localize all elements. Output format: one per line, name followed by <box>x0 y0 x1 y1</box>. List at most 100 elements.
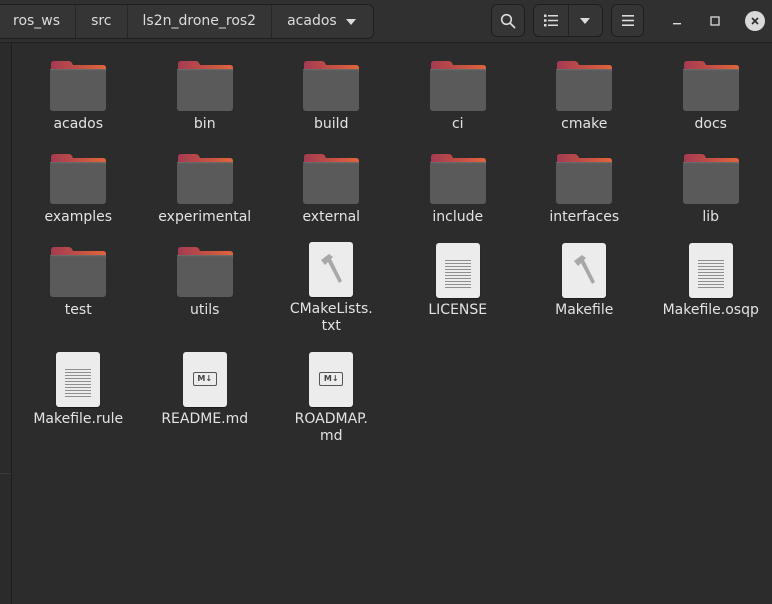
chevron-down-icon[interactable] <box>337 5 365 38</box>
file-item-cmakelists-txt[interactable]: CMakeLists. txt <box>268 234 395 334</box>
file-icon-wrap <box>554 149 614 205</box>
folder-icon <box>556 154 613 204</box>
breadcrumb-item-ls2n-drone-ros2[interactable]: ls2n_drone_ros2 <box>128 5 273 38</box>
close-icon <box>745 11 765 31</box>
hammer-icon <box>562 243 607 298</box>
folder-icon <box>50 61 107 111</box>
file-item-utils[interactable]: utils <box>142 234 269 327</box>
file-icon-wrap <box>681 242 741 298</box>
file-item-lib[interactable]: lib <box>648 141 772 234</box>
file-icon-wrap <box>48 242 108 298</box>
file-icon-wrap <box>301 149 361 205</box>
main-menu-button[interactable] <box>611 4 644 37</box>
file-item-docs[interactable]: docs <box>648 48 772 141</box>
file-icon-wrap <box>681 56 741 112</box>
file-item-experimental[interactable]: experimental <box>142 141 269 234</box>
file-icon-wrap <box>681 149 741 205</box>
file-item-acados[interactable]: acados <box>15 48 142 141</box>
file-label: ci <box>451 116 464 132</box>
file-item-ci[interactable]: ci <box>395 48 522 141</box>
sidebar-edge[interactable] <box>0 43 12 604</box>
file-label: ROADMAP. md <box>294 411 368 444</box>
list-view-icon <box>543 14 558 27</box>
file-item-examples[interactable]: examples <box>15 141 142 234</box>
file-item-interfaces[interactable]: interfaces <box>521 141 648 234</box>
file-icon-wrap <box>428 242 488 298</box>
text-file-icon <box>56 352 101 407</box>
breadcrumb-item-src[interactable]: src <box>76 5 128 38</box>
folder-icon <box>176 154 233 204</box>
file-label: external <box>302 209 361 225</box>
file-icon-wrap <box>428 56 488 112</box>
close-button[interactable] <box>743 9 767 33</box>
file-item-test[interactable]: test <box>15 234 142 327</box>
list-view-button[interactable] <box>534 5 569 36</box>
file-item-makefile[interactable]: Makefile <box>521 234 648 327</box>
file-item-cmake[interactable]: cmake <box>521 48 648 141</box>
search-icon <box>500 13 516 28</box>
file-label: test <box>64 302 92 318</box>
search-button[interactable] <box>491 4 525 37</box>
breadcrumb-item-acados[interactable]: acados <box>272 5 373 38</box>
file-icon-wrap: M↓ <box>175 352 235 407</box>
markdown-file-icon: M↓ <box>309 352 354 407</box>
file-item-bin[interactable]: bin <box>142 48 269 141</box>
file-label: examples <box>44 209 113 225</box>
file-label: Makefile.rule <box>33 411 124 427</box>
folder-icon <box>556 61 613 111</box>
header-bar: ros_ws src ls2n_drone_ros2 acados <box>0 0 772 43</box>
file-icon-wrap <box>48 149 108 205</box>
folder-icon <box>176 61 233 111</box>
breadcrumb-item-ros-ws[interactable]: ros_ws <box>0 5 77 38</box>
file-icon-wrap <box>301 242 361 297</box>
file-icon-wrap <box>48 56 108 112</box>
file-label: CMakeLists. txt <box>289 301 373 334</box>
minimize-button[interactable] <box>665 9 689 33</box>
file-label: docs <box>694 116 727 132</box>
file-item-build[interactable]: build <box>268 48 395 141</box>
file-item-makefile-rule[interactable]: Makefile.rule <box>15 344 142 427</box>
view-options-button[interactable] <box>569 5 603 36</box>
file-icon-wrap <box>48 352 108 407</box>
hamburger-menu-icon <box>621 15 634 26</box>
file-item-makefile-osqp[interactable]: Makefile.osqp <box>648 234 772 327</box>
file-item-include[interactable]: include <box>395 141 522 234</box>
text-file-icon <box>435 243 480 298</box>
breadcrumb-current-label: acados <box>287 13 337 29</box>
file-icon-wrap <box>554 242 614 298</box>
folder-icon <box>176 247 233 297</box>
file-item-roadmap-md[interactable]: M↓ ROADMAP. md <box>268 344 395 444</box>
maximize-button[interactable] <box>703 9 727 33</box>
maximize-icon <box>710 16 720 26</box>
file-icon-wrap: M↓ <box>301 352 361 407</box>
sidebar-divider <box>0 473 11 474</box>
file-icon-wrap <box>175 242 235 298</box>
folder-icon <box>429 61 486 111</box>
folder-icon <box>429 154 486 204</box>
file-item-readme-md[interactable]: M↓ README.md <box>142 344 269 427</box>
file-item-external[interactable]: external <box>268 141 395 234</box>
folder-icon <box>303 154 360 204</box>
file-label: build <box>314 116 349 132</box>
minimize-icon <box>673 23 681 25</box>
file-label: Makefile <box>555 302 614 318</box>
view-toggle-group <box>533 4 603 37</box>
text-file-icon <box>688 243 733 298</box>
folder-icon <box>682 61 739 111</box>
file-label: interfaces <box>549 209 620 225</box>
breadcrumb: ros_ws src ls2n_drone_ros2 acados <box>0 4 374 39</box>
file-icon-wrap <box>428 149 488 205</box>
file-label: bin <box>193 116 216 132</box>
file-icon-wrap <box>301 56 361 112</box>
folder-icon <box>50 154 107 204</box>
file-label: lib <box>702 209 720 225</box>
file-item-license[interactable]: LICENSE <box>395 234 522 327</box>
file-icon-wrap <box>175 149 235 205</box>
file-label: LICENSE <box>428 302 488 318</box>
file-label: utils <box>190 302 220 318</box>
file-label: README.md <box>161 411 249 427</box>
folder-icon <box>303 61 360 111</box>
file-icon-wrap <box>175 56 235 112</box>
markdown-file-icon: M↓ <box>182 352 227 407</box>
folder-icon <box>50 247 107 297</box>
